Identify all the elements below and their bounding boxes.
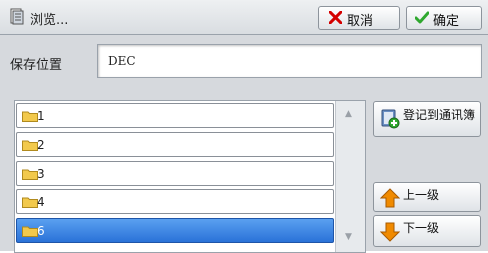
folder-icon [22, 226, 38, 237]
folder-icon [22, 169, 38, 180]
folder-label: 2 [37, 138, 45, 152]
folder-label: 6 [37, 224, 45, 238]
down-one-level-button[interactable]: 下一级 [373, 215, 481, 247]
arrow-up-icon [380, 188, 400, 208]
folder-label: 3 [37, 167, 45, 181]
scroll-up-arrow[interactable]: ▲ [345, 109, 352, 119]
folder-list: 1 2 3 4 6 ▲ ▼ [14, 100, 366, 253]
save-location-label: 保存位置 [10, 58, 63, 73]
document-icon [10, 8, 24, 25]
folder-row-4[interactable]: 4 [16, 189, 334, 214]
folder-row-3[interactable]: 3 [16, 161, 334, 186]
scroll-down-arrow[interactable]: ▼ [345, 232, 352, 242]
close-icon [329, 11, 342, 24]
list-scrollbar[interactable]: ▲ ▼ [335, 101, 365, 252]
address-book-icon [381, 109, 400, 129]
folder-row-6-selected[interactable]: 6 [16, 218, 334, 243]
title-bar: 浏览... 取消 确定 [0, 0, 488, 35]
register-to-address-book-button[interactable]: 登记到通讯簿 [373, 101, 481, 137]
ok-button[interactable]: 确定 [406, 6, 482, 30]
cancel-label: 取消 [347, 14, 374, 29]
folder-row-1[interactable]: 1 [16, 103, 334, 128]
folder-icon [22, 140, 38, 151]
save-location-field: DEC [97, 44, 482, 78]
folder-icon [22, 197, 38, 208]
folder-label: 1 [37, 109, 45, 123]
register-label: 登记到通讯簿 [403, 108, 476, 122]
folder-label: 4 [37, 195, 45, 209]
save-location-value: DEC [108, 54, 136, 68]
dialog-title: 浏览... [30, 13, 69, 28]
up-label: 上一级 [403, 188, 440, 202]
folder-icon [22, 111, 38, 122]
checkmark-icon [415, 11, 429, 24]
browse-dialog: 浏览... 取消 确定 保存位置 DEC 1 2 3 4 6 ▲ ▼ 登记到通讯… [0, 0, 488, 253]
down-label: 下一级 [403, 221, 440, 235]
ok-label: 确定 [433, 14, 460, 29]
up-one-level-button[interactable]: 上一级 [373, 182, 481, 212]
arrow-down-icon [380, 222, 400, 242]
folder-row-2[interactable]: 2 [16, 132, 334, 157]
cancel-button[interactable]: 取消 [318, 6, 400, 30]
